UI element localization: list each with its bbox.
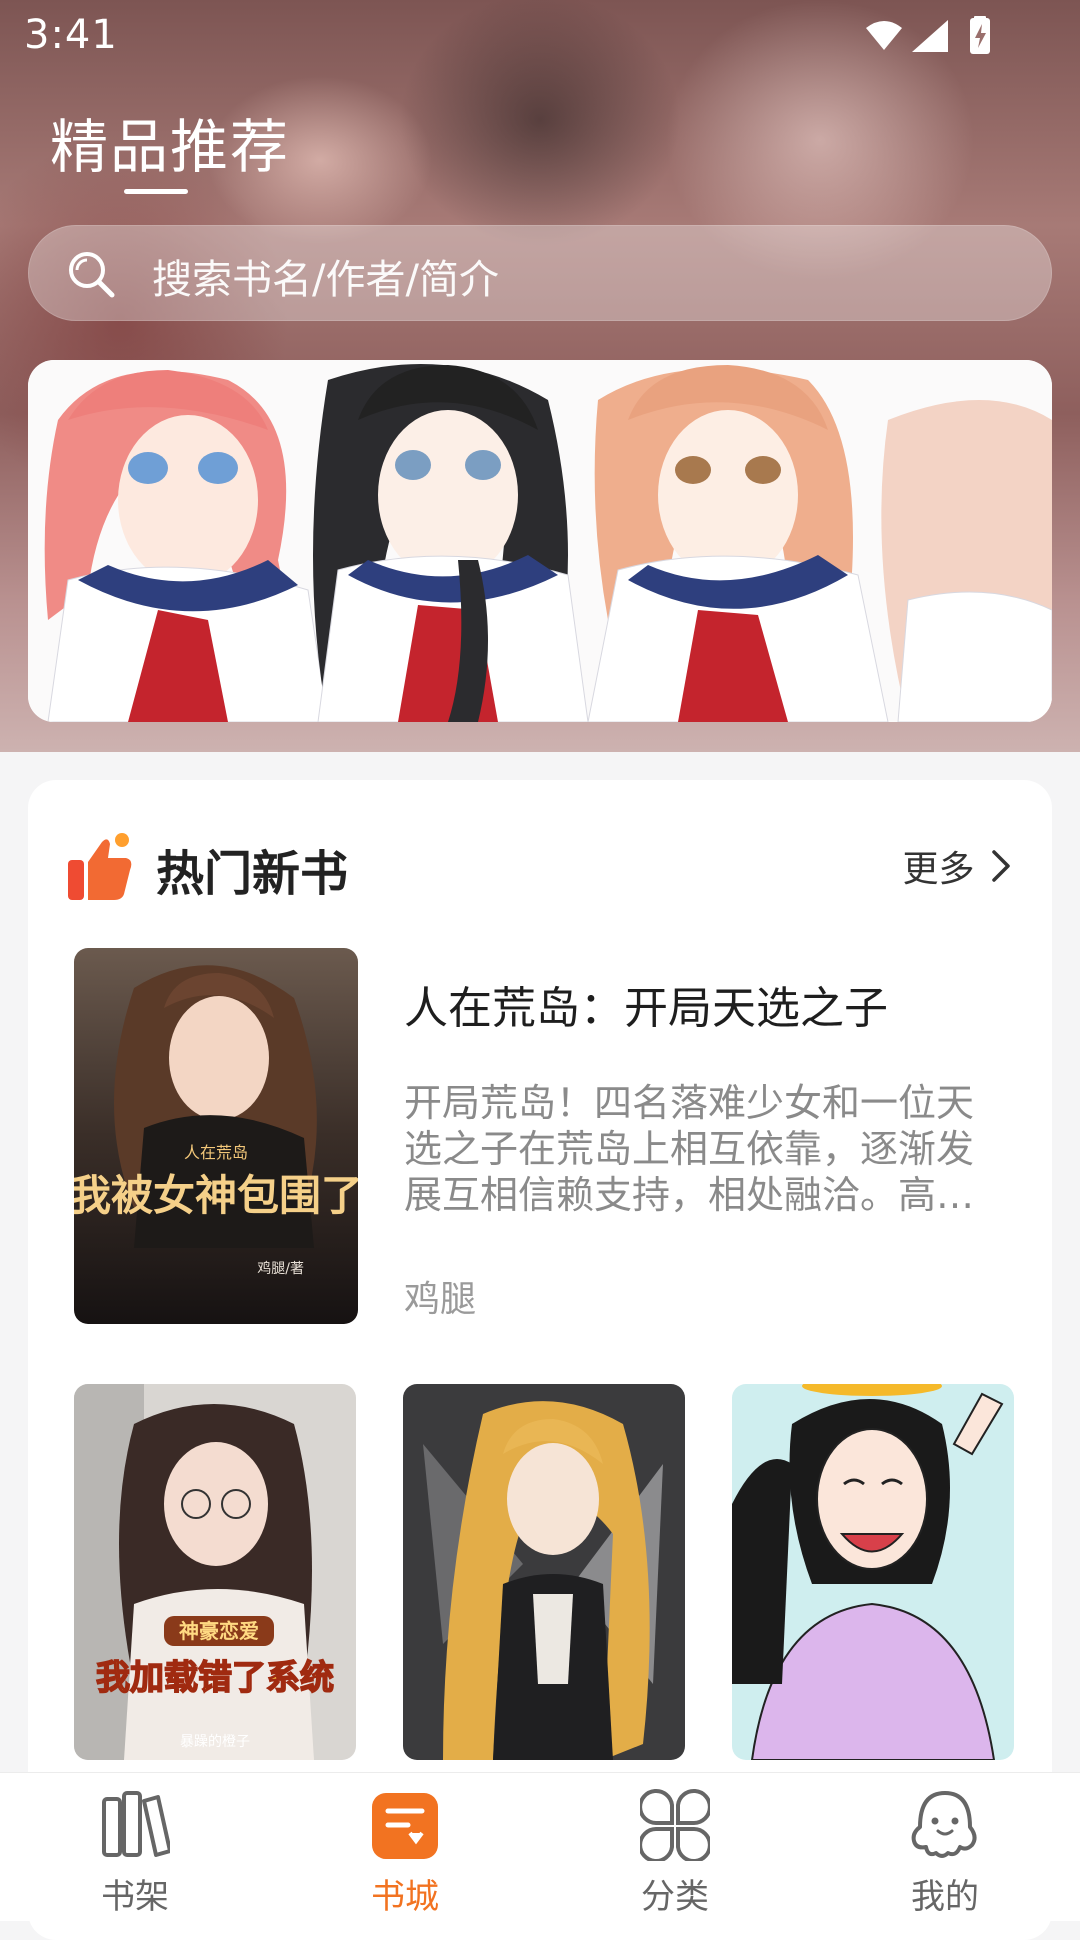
banner-girl-center bbox=[313, 364, 589, 722]
profile-icon bbox=[911, 1791, 977, 1858]
signal-icon bbox=[912, 20, 948, 52]
featured-book[interactable]: 人在荒岛 我被女神包围了 鸡腿/著 人在荒岛：开局天选之子 开局荒岛！四名落难少… bbox=[74, 948, 1014, 1328]
category-icon bbox=[640, 1789, 710, 1861]
banner-carousel[interactable] bbox=[28, 360, 1052, 722]
search-icon bbox=[69, 252, 115, 298]
tab-category-label: 分类 bbox=[641, 1877, 709, 1917]
featured-cover-author: 鸡腿/著 bbox=[257, 1260, 304, 1277]
chevron-right-icon bbox=[992, 850, 1010, 882]
search-placeholder[interactable]: 搜索书名/作者/简介 bbox=[152, 247, 499, 305]
bookshelf-icon bbox=[102, 1791, 170, 1857]
status-time: 3:41 bbox=[24, 12, 118, 58]
tab-bookshelf-label: 书架 bbox=[101, 1877, 169, 1917]
section-header: 热门新书 更多 bbox=[68, 830, 1012, 910]
tab-bookstore-label: 书城 bbox=[371, 1877, 439, 1917]
wifi-icon bbox=[866, 21, 902, 50]
bookstore-icon bbox=[372, 1793, 438, 1859]
status-bar: 3:41 bbox=[0, 0, 1080, 72]
search-bar[interactable]: 搜索书名/作者/简介 bbox=[28, 225, 1052, 321]
section-title: 热门新书 bbox=[156, 846, 349, 902]
title-underline bbox=[124, 189, 188, 194]
page-title[interactable]: 精品推荐 bbox=[50, 100, 290, 184]
featured-book-cover[interactable]: 人在荒岛 我被女神包围了 鸡腿/著 bbox=[74, 948, 358, 1324]
featured-book-description: 开局荒岛！四名落难少女和一位天选之子在荒岛上相互依靠，逐渐发展互相信赖支持，相处… bbox=[404, 1081, 975, 1217]
book-cover-3-art bbox=[732, 1384, 1014, 1760]
featured-book-author: 鸡腿 bbox=[404, 1279, 477, 1320]
featured-book-title[interactable]: 人在荒岛：开局天选之子 bbox=[404, 972, 888, 1036]
book-cover-3[interactable] bbox=[732, 1384, 1014, 1760]
book-cover-2[interactable] bbox=[403, 1384, 685, 1760]
book-cover-1-author: 暴躁的橙子 bbox=[180, 1734, 250, 1750]
book-cover-1-art: 神豪恋爱 我加载错了系统 暴躁的橙子 bbox=[74, 1384, 356, 1760]
banner-girl-edge bbox=[881, 400, 1052, 722]
book-cover-1-title: 我加载错了系统 bbox=[96, 1658, 334, 1698]
featured-cover-small: 人在荒岛 bbox=[184, 1143, 248, 1162]
thumbs-up-icon bbox=[68, 833, 132, 900]
tab-profile-label: 我的 bbox=[911, 1877, 979, 1917]
book-cover-1-tag: 神豪恋爱 bbox=[179, 1619, 259, 1643]
book-cover-1[interactable]: 神豪恋爱 我加载错了系统 暴躁的橙子 bbox=[74, 1384, 356, 1760]
hot-new-books-card: 热门新书 更多 人在荒岛 我被女神包围了 鸡腿/著 人在荒岛：开局天选之子 开局… bbox=[28, 780, 1052, 1940]
tab-bookstore[interactable]: 书城 bbox=[305, 1773, 505, 1921]
book-cover-2-art bbox=[403, 1384, 685, 1760]
tab-category[interactable]: 分类 bbox=[575, 1773, 775, 1921]
banner-image bbox=[28, 360, 1052, 722]
book-grid-row: 神豪恋爱 我加载错了系统 暴躁的橙子 bbox=[74, 1384, 1014, 1764]
bottom-tab-bar: 书架 书城 分类 我的 bbox=[0, 1772, 1080, 1921]
tab-bookshelf[interactable]: 书架 bbox=[35, 1773, 235, 1921]
status-icons bbox=[866, 16, 990, 54]
featured-cover-title: 我被女神包围了 bbox=[74, 1171, 358, 1220]
more-label: 更多 bbox=[902, 849, 975, 890]
featured-cover-art: 人在荒岛 我被女神包围了 鸡腿/著 bbox=[74, 948, 358, 1324]
tab-profile[interactable]: 我的 bbox=[845, 1773, 1045, 1921]
more-link[interactable]: 更多 bbox=[903, 840, 1012, 892]
